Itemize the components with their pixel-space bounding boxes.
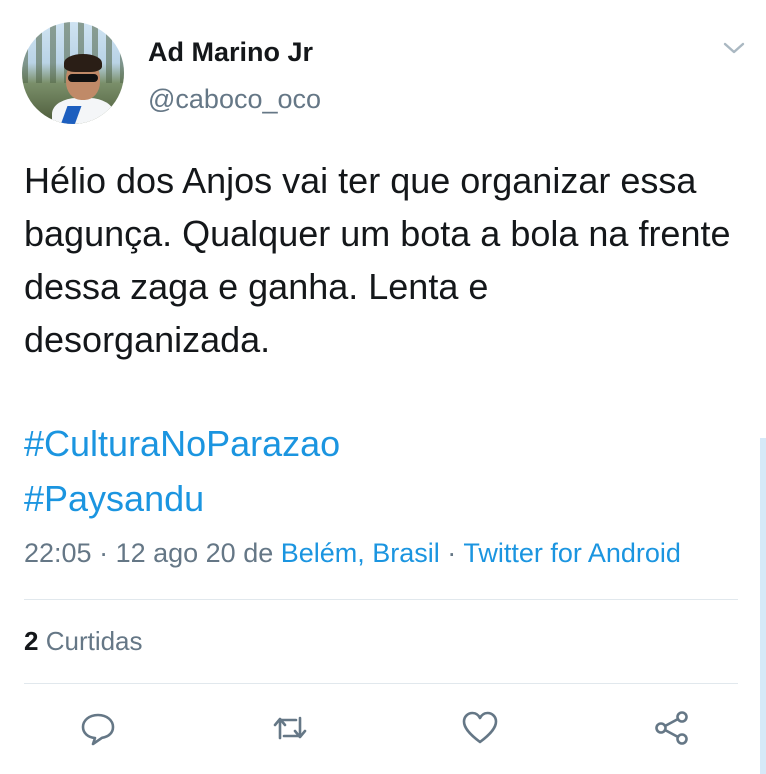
divider [24, 683, 738, 684]
meta-from-word: de [235, 538, 281, 568]
tweet-date: 12 ago 20 [115, 538, 236, 568]
likes-label: Curtidas [45, 626, 143, 656]
location-link[interactable]: Belém, Brasil [281, 538, 440, 568]
tweet-text: Hélio dos Anjos vai ter que organizar es… [24, 160, 731, 360]
client-link[interactable]: Twitter for Android [463, 538, 681, 568]
avatar-hair [64, 54, 102, 72]
chevron-down-icon[interactable] [722, 40, 746, 56]
retweet-icon[interactable] [270, 708, 310, 748]
avatar[interactable] [22, 22, 124, 124]
user-handle[interactable]: @caboco_oco [148, 84, 321, 115]
divider [24, 599, 738, 600]
tweet-meta: 22:05 · 12 ago 20 de Belém, Brasil · Twi… [24, 538, 681, 569]
avatar-sunglasses [68, 74, 98, 82]
hashtag-link[interactable]: #Paysandu [24, 478, 204, 520]
hashtag-link[interactable]: #CulturaNoParazao [24, 423, 340, 465]
heart-icon[interactable] [460, 708, 500, 748]
scrollbar[interactable] [760, 438, 766, 774]
meta-separator: · [439, 538, 464, 568]
likes-stat[interactable]: 2 Curtidas [24, 626, 143, 657]
tweet-time: 22:05 [24, 538, 92, 568]
display-name[interactable]: Ad Marino Jr [148, 37, 313, 68]
reply-icon[interactable] [78, 708, 118, 748]
share-icon[interactable] [652, 708, 692, 748]
likes-count: 2 [24, 626, 39, 656]
meta-separator: · [91, 538, 116, 568]
